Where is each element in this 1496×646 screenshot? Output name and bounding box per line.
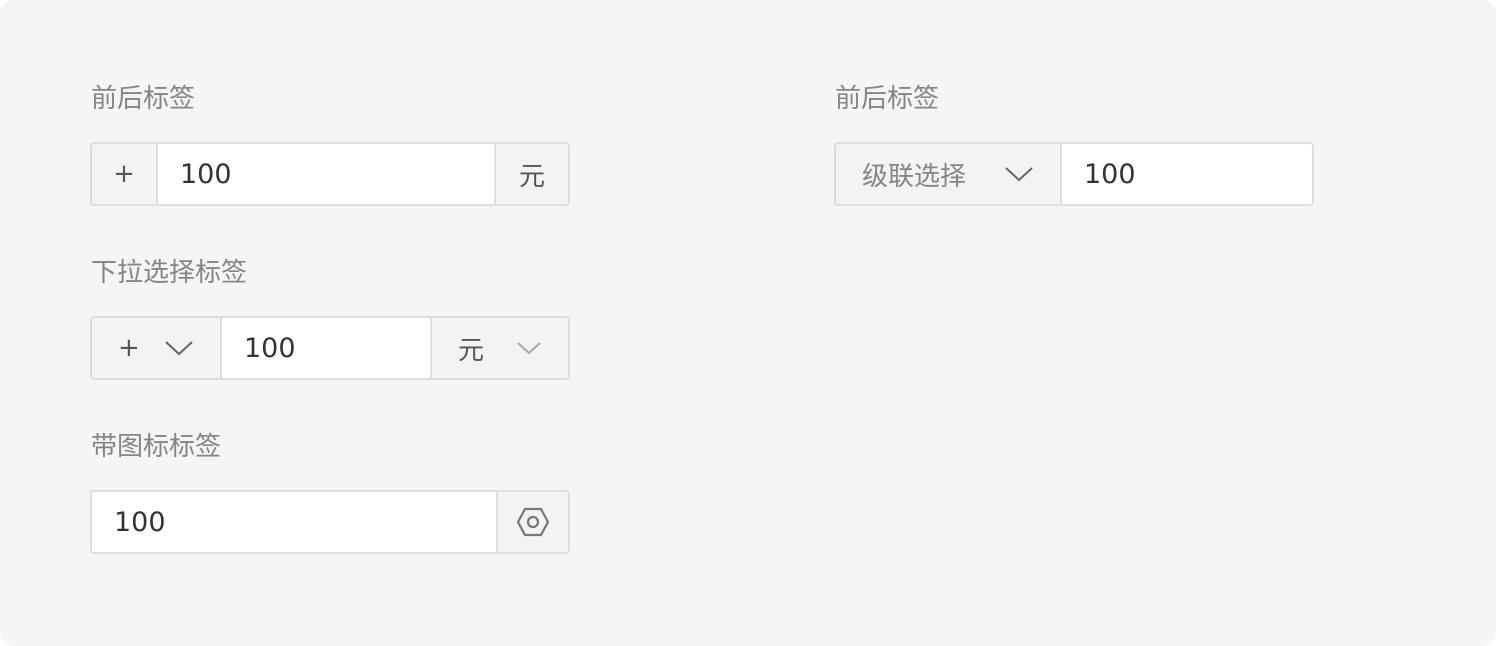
suffix-addon: 元	[494, 144, 568, 204]
section-label-icon: 带图标标签	[91, 432, 222, 462]
cascader-input-group: 级联选择 100	[834, 142, 1314, 206]
prefix-addon: +	[92, 144, 158, 204]
chevron-down-icon	[1005, 167, 1033, 182]
prefix-select[interactable]: +	[92, 318, 222, 378]
amount-input[interactable]: 100	[222, 318, 430, 378]
chevron-down-icon	[517, 342, 541, 355]
icon-input-group: 100	[90, 490, 570, 554]
section-label-dropdown: 下拉选择标签	[91, 258, 248, 288]
suffix-select[interactable]: 元	[430, 318, 568, 378]
cascader-select-value: 级联选择	[862, 161, 967, 192]
section-label-prefix-suffix: 前后标签	[91, 84, 196, 114]
suffix-select-value: 元	[458, 335, 485, 366]
amount-input[interactable]: 100	[158, 144, 494, 204]
settings-hexagon-icon	[516, 507, 550, 537]
prefix-select-value: +	[118, 333, 140, 363]
amount-input[interactable]: 100	[1062, 144, 1312, 204]
chevron-down-icon	[165, 341, 193, 356]
form-panel: 前后标签 + 100 元 下拉选择标签 + 100 元 带图标标签 100 前后…	[0, 0, 1496, 646]
amount-input[interactable]: 100	[92, 492, 496, 552]
prefix-suffix-input-group: + 100 元	[90, 142, 570, 206]
dropdown-input-group: + 100 元	[90, 316, 570, 380]
cascader-select[interactable]: 级联选择	[836, 144, 1062, 204]
section-label-cascader: 前后标签	[835, 84, 940, 114]
settings-button[interactable]	[496, 492, 568, 552]
